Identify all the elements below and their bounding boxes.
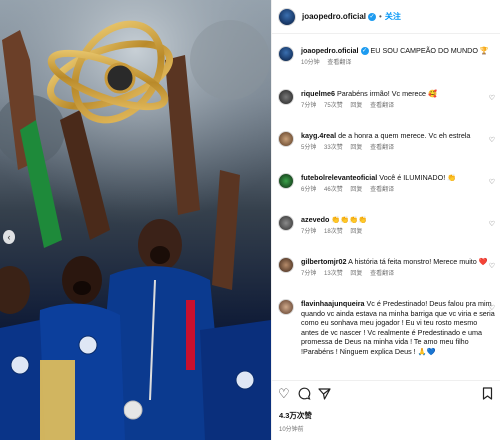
verified-icon: ✓ <box>368 12 377 21</box>
heart-icon[interactable]: ♡ <box>489 94 495 102</box>
comment-item: kayg.4real de a honra a quem merece. Vc … <box>278 131 495 153</box>
heart-icon[interactable]: ♡ <box>278 387 290 401</box>
comment-item: flavinhaajunqueira Vc é Predestinado! De… <box>278 299 495 357</box>
avatar[interactable] <box>278 173 294 189</box>
action-bar: ♡ <box>272 380 500 406</box>
comment-username[interactable]: gilbertomjr02 <box>301 257 347 266</box>
comment-time: 6分钟 <box>301 186 317 193</box>
post-photo: ‹ <box>0 0 271 440</box>
comment-icon[interactable] <box>298 387 311 403</box>
comment-likes[interactable]: 18次赞 <box>324 229 343 235</box>
comment-likes[interactable]: 75次赞 <box>324 103 343 109</box>
comment-likes[interactable]: 46次赞 <box>324 187 343 193</box>
like-count[interactable]: 4.3万次赞 <box>279 410 312 421</box>
comment-username[interactable]: flavinhaajunqueira <box>301 299 365 308</box>
comment-time: 5分钟 <box>301 144 317 151</box>
heart-icon[interactable]: ♡ <box>489 136 495 144</box>
comment-time: 7分钟 <box>301 228 317 235</box>
comments-list: joaopedro.oficial ✓ EU SOU CAMPEÃO DO MUN… <box>272 34 500 379</box>
chevron-left-icon[interactable]: ‹ <box>3 230 15 244</box>
comment-time: 7分钟 <box>301 270 317 277</box>
comment-item: futebolrelevanteoficial Você é ILUMINADO… <box>278 173 495 195</box>
avatar[interactable] <box>278 89 294 105</box>
share-icon[interactable] <box>318 387 331 403</box>
caption-username[interactable]: joaopedro.oficial <box>301 46 359 55</box>
reply-button[interactable]: 回复 <box>350 229 362 235</box>
heart-icon[interactable]: ♡ <box>489 220 495 228</box>
avatar[interactable] <box>278 46 294 62</box>
username[interactable]: joaopedro.oficial <box>302 12 366 21</box>
comment-text: 👏👏👏👏 <box>331 215 368 224</box>
caption-text: EU SOU CAMPEÃO DO MUNDO 🏆 <box>370 46 489 55</box>
reply-button[interactable]: 回复 <box>350 145 362 151</box>
comment-username[interactable]: azevedo <box>301 215 329 224</box>
avatar[interactable] <box>278 215 294 231</box>
translate-link[interactable]: 查看翻译 <box>370 187 394 193</box>
avatar[interactable] <box>278 7 296 26</box>
comment-text: A história tá feita monstro! Merece muit… <box>348 257 488 266</box>
avatar[interactable] <box>278 299 294 315</box>
heart-icon[interactable]: ♡ <box>489 304 495 312</box>
heart-icon[interactable]: ♡ <box>489 178 495 186</box>
reply-button[interactable]: 回复 <box>350 187 362 193</box>
post-time: 10分钟前 <box>279 427 304 433</box>
comment-text: Parabéns irmão! Vc merece 🥰 <box>336 89 437 98</box>
bookmark-icon[interactable] <box>482 387 493 403</box>
post-header: joaopedro.oficial ✓ • 关注 <box>272 0 500 34</box>
verified-icon: ✓ <box>360 47 369 56</box>
comment-item: gilbertomjr02 A história tá feita monstr… <box>278 257 495 279</box>
separator-dot: • <box>379 12 382 21</box>
caption-time: 10分钟 <box>301 59 320 66</box>
comment-likes[interactable]: 13次赞 <box>324 271 343 277</box>
comment-text: de a honra a quem merece. Vc eh estrela <box>338 131 471 140</box>
avatar[interactable] <box>278 257 294 273</box>
comment-text: Você é ILUMINADO! 👏 <box>379 173 457 182</box>
heart-icon[interactable]: ♡ <box>489 262 495 270</box>
translate-link[interactable]: 查看翻译 <box>370 145 394 151</box>
comment-username[interactable]: riquelme6 <box>301 89 335 98</box>
avatar[interactable] <box>278 131 294 147</box>
comment-item: azevedo 👏👏👏👏 7分钟 18次赞 回复 ♡ <box>278 215 495 237</box>
reply-button[interactable]: 回复 <box>350 271 362 277</box>
translate-link[interactable]: 查看翻译 <box>327 60 351 66</box>
translate-link[interactable]: 查看翻译 <box>370 103 394 109</box>
comment-item: riquelme6 Parabéns irmão! Vc merece 🥰 7分… <box>278 89 495 111</box>
reply-button[interactable]: 回复 <box>350 103 362 109</box>
comment-likes[interactable]: 33次赞 <box>324 145 343 151</box>
follow-button[interactable]: 关注 <box>385 11 401 22</box>
trophy-celebration-illustration <box>0 0 271 440</box>
comment-time: 7分钟 <box>301 102 317 109</box>
comment-username[interactable]: futebolrelevanteoficial <box>301 173 377 182</box>
comment-username[interactable]: kayg.4real <box>301 131 336 140</box>
translate-link[interactable]: 查看翻译 <box>370 271 394 277</box>
caption: joaopedro.oficial ✓ EU SOU CAMPEÃO DO MUN… <box>278 46 495 68</box>
post-panel: joaopedro.oficial ✓ • 关注 joaopedro.ofici… <box>271 0 500 440</box>
